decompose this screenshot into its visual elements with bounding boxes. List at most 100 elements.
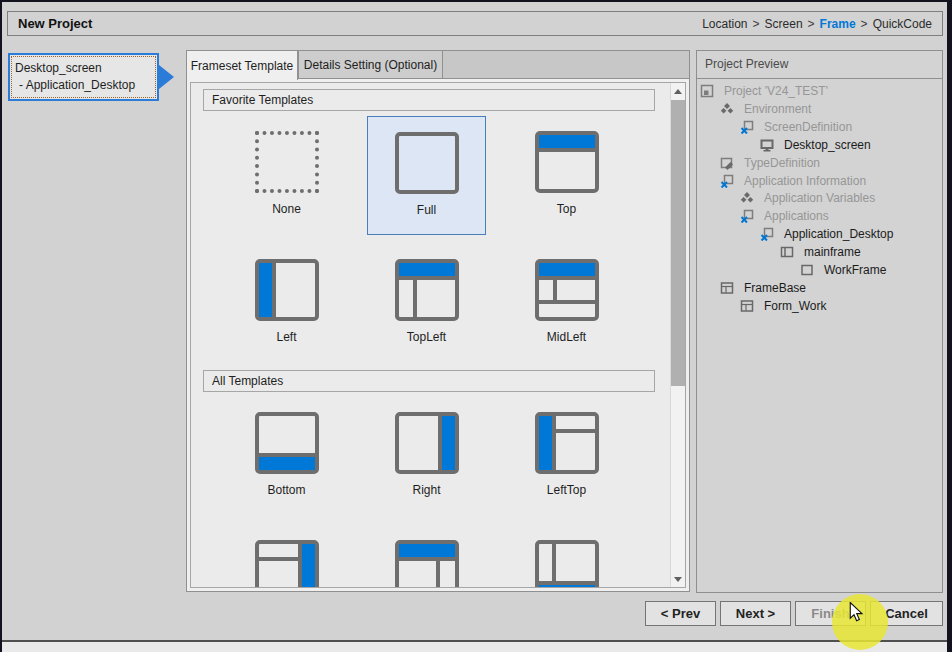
template-thumbnail-lefttop (535, 412, 599, 474)
template-midleft[interactable]: MidLeft (507, 244, 626, 363)
project-icon (700, 84, 719, 98)
frame-icon (800, 263, 819, 277)
win-x-icon (740, 120, 759, 134)
template-lefttop[interactable]: LeftTop (507, 397, 626, 516)
group-header-favorite-templates: Favorite Templates (203, 89, 655, 111)
diamonds-icon (740, 191, 759, 205)
vertical-scrollbar[interactable] (670, 83, 685, 587)
tree-node-environment[interactable]: Environment (720, 100, 811, 118)
breadcrumb-item-location[interactable]: Location (702, 17, 747, 31)
template-thumbnail-midleft (535, 259, 599, 321)
tree-node-label: TypeDefinition (744, 156, 820, 170)
tab-frameset-template[interactable]: Frameset Template (186, 50, 298, 80)
next-button[interactable]: Next > (720, 601, 791, 626)
tree-node-application-variables[interactable]: Application Variables (740, 189, 875, 207)
scroll-down-button[interactable] (671, 571, 685, 587)
frame-base-icon (740, 299, 759, 313)
tree-node-screendefinition[interactable]: ScreenDefinition (740, 118, 852, 136)
template-thumbnail-none (255, 131, 319, 193)
frame-base-icon (720, 281, 739, 295)
template-label: Full (417, 203, 436, 217)
tree-node-label: Form_Work (764, 299, 826, 313)
selected-node-line1: Desktop_screen (15, 60, 152, 77)
template-label: TopLeft (407, 330, 446, 344)
template-left[interactable]: Left (227, 244, 346, 363)
project-preview-panel: Project Preview Project 'V24_TEST' Enviro… (696, 50, 943, 593)
breadcrumb-separator: > (753, 17, 760, 31)
bottom-strip (2, 640, 950, 652)
template-thumbnail-full (395, 132, 459, 194)
template-thumbnail-cut-topright (255, 540, 319, 588)
tree-node-framebase[interactable]: FrameBase (720, 279, 806, 297)
template-label: MidLeft (547, 330, 586, 344)
selected-node-arrow (159, 65, 174, 89)
tab-details-setting[interactable]: Details Setting (Optional) (298, 50, 443, 78)
breadcrumb-separator: > (808, 17, 815, 31)
tree-node-applications[interactable]: Applications (740, 207, 829, 225)
tree-node-label: Desktop_screen (784, 138, 871, 152)
dialog-title: New Project (18, 16, 92, 31)
tree-node-workframe[interactable]: WorkFrame (800, 261, 886, 279)
tree-node-typedefinition[interactable]: TypeDefinition (720, 154, 820, 172)
tree-node-label: FrameBase (744, 281, 806, 295)
template-thumbnail-right (395, 412, 459, 474)
template-scroll-area: Favorite Templates All Templates None Ful… (190, 82, 686, 588)
mouse-cursor (849, 602, 864, 623)
mainframe-icon (780, 245, 799, 259)
tree-node-application-desktop[interactable]: Application_Desktop (760, 225, 893, 243)
tree-node-mainframe[interactable]: mainframe (780, 243, 861, 261)
template-cut-topright[interactable] (227, 525, 346, 588)
scrollbar-thumb[interactable] (671, 100, 685, 386)
tree-node-label: Project 'V24_TEST' (724, 84, 828, 98)
type-def-icon (720, 156, 739, 170)
tree-node-application-information[interactable]: Application Information (720, 172, 866, 190)
group-header-all-templates: All Templates (203, 370, 655, 392)
dialog-buttons: < PrevNext >FinishCancel (645, 601, 943, 626)
tree-node-label: WorkFrame (824, 263, 886, 277)
project-tree: Project 'V24_TEST' Environment ScreenDefin… (700, 82, 942, 592)
breadcrumb-item-frame[interactable]: Frame (820, 17, 856, 31)
template-label: Right (412, 483, 440, 497)
breadcrumb-separator: > (861, 17, 868, 31)
template-cut-colbottom[interactable] (507, 525, 626, 588)
template-full[interactable]: Full (367, 116, 486, 235)
tree-node-label: mainframe (804, 245, 861, 259)
tab-strip: Frameset Template Details Setting (Optio… (186, 50, 690, 78)
tree-node-label: Environment (744, 102, 811, 116)
selected-node-line2: - Application_Desktop (15, 77, 152, 94)
tree-node-label: Application Variables (764, 191, 875, 205)
template-label: Top (557, 202, 576, 216)
tree-node-form-work[interactable]: Form_Work (740, 297, 826, 315)
tree-node-project-v24-test-[interactable]: Project 'V24_TEST' (700, 82, 828, 100)
template-top[interactable]: Top (507, 116, 626, 235)
breadcrumb-item-screen[interactable]: Screen (765, 17, 803, 31)
template-cut-topsplit[interactable] (367, 525, 486, 588)
template-thumbnail-topleft (395, 259, 459, 321)
template-thumbnail-cut-topsplit (395, 540, 459, 588)
dialog-titlebar: New Project Location > Screen > Frame > QuickC… (7, 11, 943, 36)
template-topleft[interactable]: TopLeft (367, 244, 486, 363)
tree-node-label: Application_Desktop (784, 227, 893, 241)
template-none[interactable]: None (227, 116, 346, 235)
template-label: Bottom (267, 483, 305, 497)
template-label: LeftTop (547, 483, 586, 497)
template-thumbnail-left (255, 259, 319, 321)
tree-node-label: Applications (764, 209, 829, 223)
template-right[interactable]: Right (367, 397, 486, 516)
tree-node-label: ScreenDefinition (764, 120, 852, 134)
template-thumbnail-top (535, 131, 599, 193)
template-bottom[interactable]: Bottom (227, 397, 346, 516)
diamonds-icon (720, 102, 739, 116)
selected-node-box[interactable]: Desktop_screen - Application_Desktop (8, 53, 159, 101)
win-x-icon (760, 227, 779, 241)
tree-node-label: Application Information (744, 174, 866, 188)
template-thumbnail-bottom (255, 412, 319, 474)
prev-button[interactable]: < Prev (645, 601, 716, 626)
project-preview-title: Project Preview (697, 51, 942, 79)
monitor-icon (760, 138, 779, 152)
scroll-up-button[interactable] (671, 83, 685, 99)
breadcrumb: Location > Screen > Frame > QuickCode (702, 17, 932, 31)
tree-node-desktop-screen[interactable]: Desktop_screen (760, 136, 871, 154)
breadcrumb-item-quickcode[interactable]: QuickCode (873, 17, 932, 31)
template-label: Left (276, 330, 296, 344)
